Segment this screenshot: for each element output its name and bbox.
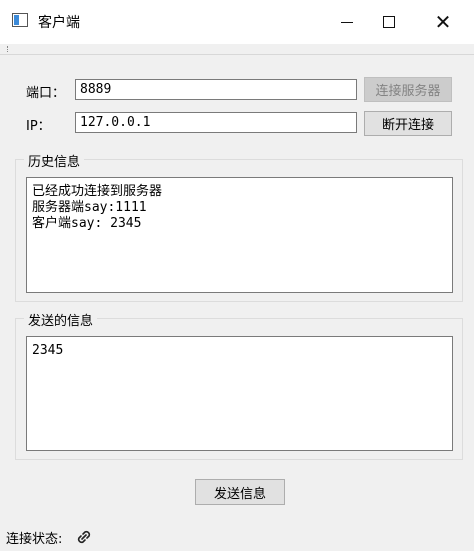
app-window-icon <box>12 13 28 27</box>
maximize-button[interactable] <box>364 0 414 44</box>
window-title: 客户端 <box>38 15 80 31</box>
connect-server-button[interactable]: 连接服务器 <box>364 77 452 102</box>
minimize-icon <box>341 21 353 23</box>
maximize-icon <box>383 16 395 28</box>
history-line: 服务器端say:1111 <box>32 200 147 215</box>
history-line: 已经成功连接到服务器 <box>32 184 163 199</box>
link-icon <box>77 530 91 544</box>
disconnect-button[interactable]: 断开连接 <box>364 111 452 136</box>
history-title: 历史信息 <box>24 151 85 170</box>
send-textarea[interactable]: 2345 <box>26 336 453 451</box>
title-bar: 客户端 ✕ <box>0 0 474 44</box>
ip-input[interactable]: 127.0.0.1 <box>75 112 357 133</box>
send-title: 发送的信息 <box>24 310 98 329</box>
port-label: 端口： <box>26 86 66 101</box>
toolbar-area <box>0 44 474 55</box>
close-button[interactable]: ✕ <box>418 0 468 44</box>
toolbar-grip[interactable] <box>7 46 10 52</box>
close-icon: ✕ <box>434 10 452 34</box>
ip-label: IP： <box>26 119 51 134</box>
connection-status-label: 连接状态: <box>6 532 63 547</box>
history-textarea[interactable]: 已经成功连接到服务器 服务器端say:1111 客户端say: 2345 <box>26 177 453 293</box>
port-input[interactable]: 8889 <box>75 79 357 100</box>
send-message-button[interactable]: 发送信息 <box>195 479 285 505</box>
history-line: 客户端say: 2345 <box>32 216 142 231</box>
